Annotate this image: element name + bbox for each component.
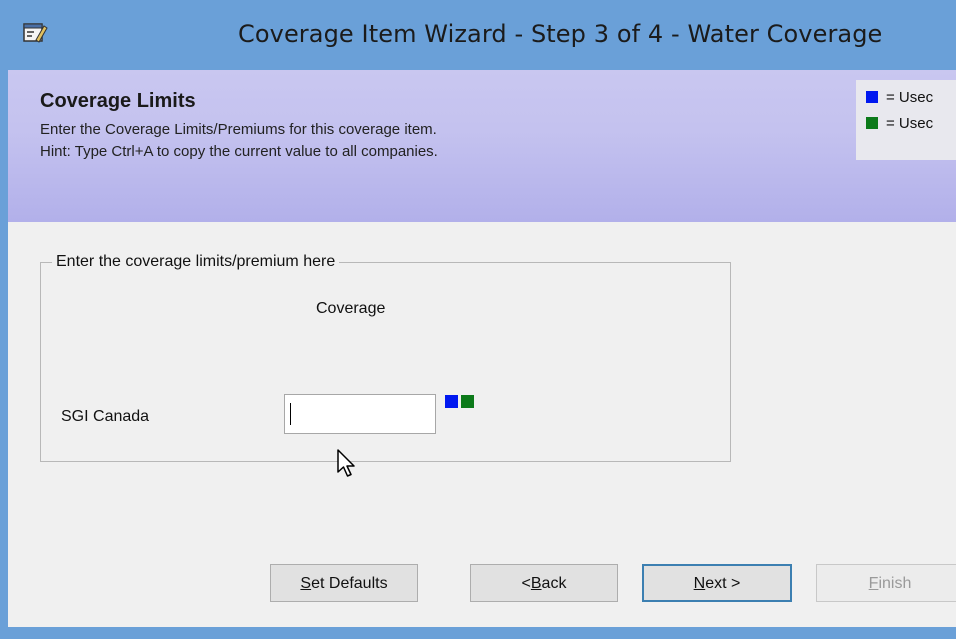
- green-square-icon: [866, 117, 878, 129]
- wizard-header: Coverage Limits Enter the Coverage Limit…: [8, 70, 956, 222]
- window-title: Coverage Item Wizard - Step 3 of 4 - Wat…: [238, 20, 883, 48]
- header-hint: Hint: Type Ctrl+A to copy the current va…: [40, 143, 438, 160]
- finish-button[interactable]: Finish: [816, 564, 956, 602]
- wizard-properties-icon: [22, 20, 48, 44]
- blue-marker-icon: [445, 395, 458, 408]
- legend-text: = Usec: [886, 89, 934, 106]
- set-defaults-button[interactable]: Set Defaults: [270, 564, 418, 602]
- blue-square-icon: [866, 91, 878, 103]
- page-title: Coverage Limits: [40, 90, 196, 112]
- coverage-value-input[interactable]: [284, 394, 436, 434]
- company-label: SGI Canada: [61, 408, 150, 425]
- wizard-window: Coverage Item Wizard - Step 3 of 4 - Wat…: [0, 0, 956, 639]
- back-button[interactable]: <Back: [470, 564, 618, 602]
- group-caption: Enter the coverage limits/premium here: [52, 253, 340, 271]
- color-legend: = Usec = Usec: [856, 80, 956, 160]
- legend-item-blue: = Usec: [866, 89, 933, 107]
- text-caret: [290, 403, 291, 425]
- wizard-client-area: Coverage Limits Enter the Coverage Limit…: [8, 70, 956, 627]
- title-bar: Coverage Item Wizard - Step 3 of 4 - Wat…: [0, 0, 956, 70]
- next-button[interactable]: Next >: [642, 564, 792, 602]
- window-frame-bottom: [0, 627, 956, 639]
- column-header-coverage: Coverage: [316, 300, 386, 317]
- header-description: Enter the Coverage Limits/Premiums for t…: [40, 121, 437, 138]
- mouse-pointer-icon: [336, 448, 360, 485]
- legend-item-green: = Usec: [866, 115, 933, 133]
- legend-text: = Usec: [886, 115, 934, 132]
- green-marker-icon: [461, 395, 474, 408]
